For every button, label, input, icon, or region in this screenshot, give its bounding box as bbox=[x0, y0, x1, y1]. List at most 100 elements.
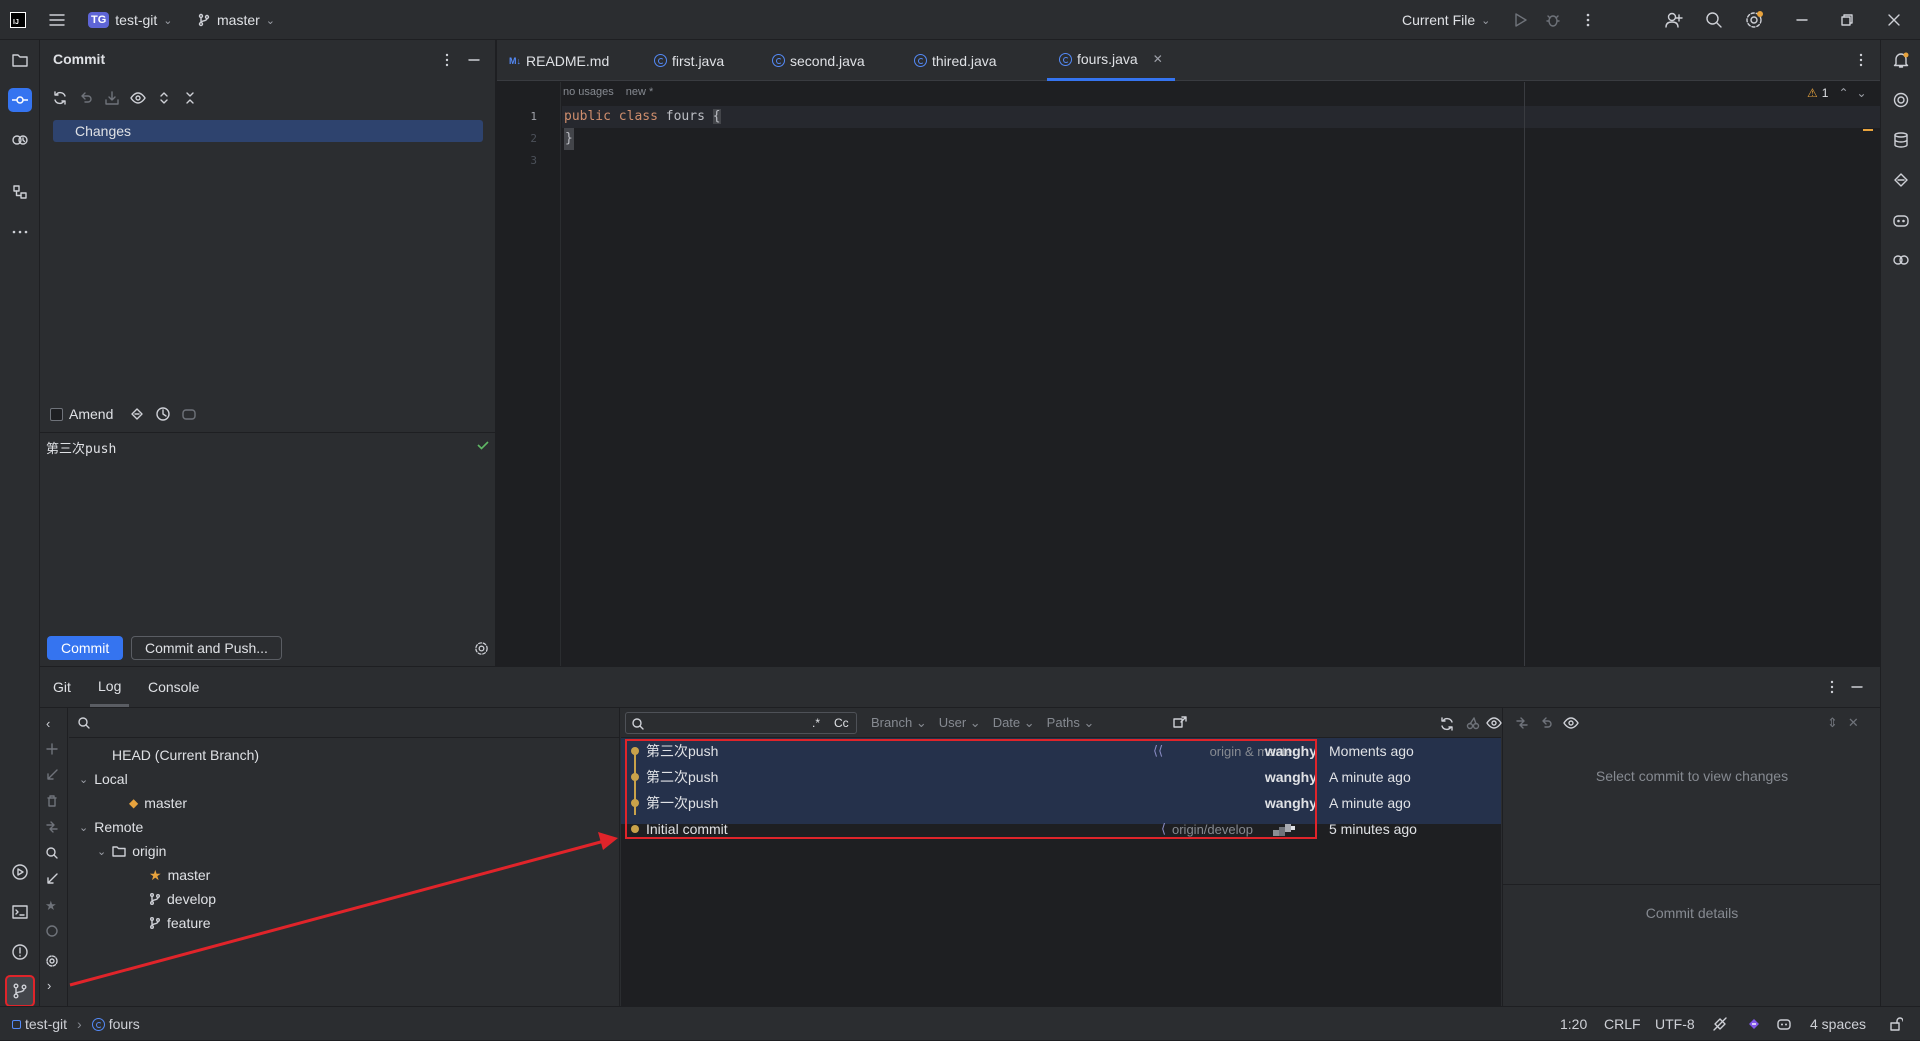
tab-log[interactable]: Log bbox=[90, 667, 130, 707]
tree-remote[interactable]: ⌄ Remote bbox=[79, 815, 143, 839]
update-icon[interactable] bbox=[45, 768, 59, 782]
problems-icon[interactable] bbox=[8, 940, 32, 964]
tree-remote-develop[interactable]: develop bbox=[149, 887, 216, 911]
tab-fours-java[interactable]: fours.java ✕ bbox=[1047, 40, 1175, 81]
regex-toggle[interactable]: .* bbox=[812, 716, 820, 730]
refresh-icon[interactable] bbox=[52, 90, 68, 106]
copilot-icon[interactable] bbox=[1889, 168, 1913, 192]
commit-message-field[interactable]: 第三次push bbox=[46, 438, 116, 457]
tab-thired-java[interactable]: thired.java bbox=[914, 40, 997, 81]
add-user-icon[interactable] bbox=[1665, 0, 1683, 40]
ai-generate-icon[interactable] bbox=[129, 406, 145, 422]
main-menu-icon[interactable] bbox=[48, 0, 66, 40]
close-window-icon[interactable] bbox=[1887, 0, 1901, 40]
close-tab-icon[interactable]: ✕ bbox=[1153, 52, 1163, 66]
compare-icon[interactable] bbox=[45, 820, 59, 834]
branch-search-icon[interactable] bbox=[77, 716, 91, 730]
show-tags-icon[interactable] bbox=[45, 924, 59, 938]
paths-filter[interactable]: Paths ⌄ bbox=[1047, 715, 1095, 731]
rollback-icon[interactable] bbox=[78, 90, 94, 106]
more-options-icon[interactable] bbox=[1580, 0, 1596, 40]
more-options-icon[interactable] bbox=[440, 53, 454, 67]
run-icon[interactable] bbox=[1512, 0, 1528, 40]
commit-and-push-button[interactable]: Commit and Push... bbox=[131, 636, 282, 660]
debug-icon[interactable] bbox=[1545, 0, 1561, 40]
usages-hint[interactable]: no usages bbox=[563, 86, 614, 98]
shelve-icon[interactable] bbox=[104, 90, 120, 106]
project-selector[interactable]: TG test-git ⌄ bbox=[88, 0, 173, 40]
delete-icon[interactable] bbox=[45, 794, 59, 808]
terminal-icon[interactable] bbox=[8, 900, 32, 924]
history-clock-icon[interactable] bbox=[155, 406, 171, 422]
git-tool-icon[interactable] bbox=[5, 975, 35, 1007]
tree-origin[interactable]: ⌄ origin bbox=[97, 839, 166, 863]
no-ai-icon[interactable] bbox=[1712, 1007, 1728, 1041]
ai-review-icon[interactable] bbox=[1889, 248, 1913, 272]
date-filter[interactable]: Date ⌄ bbox=[993, 715, 1035, 731]
project-folder-icon[interactable] bbox=[8, 48, 32, 72]
tree-local-master[interactable]: ◆ master bbox=[129, 791, 187, 815]
line-separator[interactable]: CRLF bbox=[1604, 1007, 1641, 1041]
expand-icon[interactable]: ⇕ bbox=[1827, 715, 1838, 731]
commit-tool-icon[interactable] bbox=[8, 88, 32, 112]
previous-highlight-icon[interactable]: ⌃ bbox=[1838, 86, 1848, 100]
ai-chat-icon[interactable] bbox=[1889, 88, 1913, 112]
commit-options-gear-icon[interactable] bbox=[474, 641, 489, 656]
changes-list-node[interactable]: Changes bbox=[53, 120, 483, 142]
read-only-lock-icon[interactable] bbox=[1889, 1007, 1903, 1041]
notifications-icon[interactable] bbox=[1889, 48, 1913, 72]
show-diff-eye-icon[interactable] bbox=[130, 90, 146, 106]
tab-git[interactable]: Git bbox=[53, 667, 71, 707]
more-tools-icon[interactable] bbox=[8, 220, 32, 244]
collapse-icon[interactable]: ✕ bbox=[1848, 715, 1859, 731]
inspection-widget[interactable]: ⚠ 1 ⌃ ⌄ bbox=[1807, 86, 1867, 100]
amend-checkbox[interactable] bbox=[50, 407, 63, 421]
new-branch-icon[interactable] bbox=[45, 742, 59, 756]
user-filter[interactable]: User ⌄ bbox=[939, 715, 981, 731]
caret-position[interactable]: 1:20 bbox=[1560, 1007, 1587, 1041]
favorite-star-icon[interactable]: ★ bbox=[45, 898, 57, 914]
tab-first-java[interactable]: first.java bbox=[654, 40, 724, 81]
tab-second-java[interactable]: second.java bbox=[772, 40, 865, 81]
view-options-eye-icon[interactable] bbox=[1486, 716, 1502, 730]
branch-selector[interactable]: master ⌄ bbox=[197, 0, 275, 40]
warning-stripe-marker[interactable] bbox=[1863, 129, 1873, 131]
services-run-icon[interactable] bbox=[8, 860, 32, 884]
settings-gear-icon[interactable] bbox=[1744, 0, 1764, 40]
collapse-all-icon[interactable] bbox=[182, 90, 198, 106]
branch-filter[interactable]: Branch ⌄ bbox=[871, 715, 927, 731]
restore-window-icon[interactable] bbox=[1840, 0, 1854, 40]
refresh-icon[interactable] bbox=[1439, 716, 1455, 732]
commit-button[interactable]: Commit bbox=[47, 636, 124, 660]
run-config-selector[interactable]: Current File ⌄ bbox=[1402, 0, 1490, 40]
search-icon[interactable] bbox=[1705, 0, 1723, 40]
compare-icon[interactable] bbox=[1515, 716, 1529, 730]
tree-local[interactable]: ⌄ Local bbox=[79, 767, 128, 791]
cherry-pick-icon[interactable] bbox=[1466, 716, 1480, 730]
match-case-toggle[interactable]: Cc bbox=[834, 716, 849, 730]
code-line-1[interactable]: public class fours { bbox=[564, 106, 721, 128]
tab-console[interactable]: Console bbox=[148, 667, 199, 707]
tree-head[interactable]: HEAD (Current Branch) bbox=[112, 743, 259, 767]
indent-setting[interactable]: 4 spaces bbox=[1810, 1007, 1866, 1041]
collapse-left-icon[interactable]: ‹ bbox=[46, 716, 50, 731]
copilot-status-icon[interactable] bbox=[1746, 1007, 1762, 1041]
fetch-icon[interactable] bbox=[45, 872, 59, 886]
tree-remote-master[interactable]: ★ master bbox=[149, 863, 210, 887]
structure-icon[interactable] bbox=[8, 180, 32, 204]
breadcrumb-file[interactable]: fours bbox=[109, 1016, 140, 1032]
log-search-input[interactable]: .* Cc bbox=[625, 712, 857, 734]
preview-eye-icon[interactable] bbox=[1563, 716, 1579, 730]
database-icon[interactable] bbox=[1889, 128, 1913, 152]
ai-assistant-icon[interactable] bbox=[8, 128, 32, 152]
app-logo-icon[interactable]: IJ bbox=[10, 0, 26, 40]
tab-readme[interactable]: M↓ README.md bbox=[509, 40, 609, 81]
revert-icon[interactable] bbox=[1539, 716, 1553, 730]
more-options-icon[interactable] bbox=[1854, 53, 1868, 67]
breadcrumb-project[interactable]: test-git bbox=[25, 1016, 67, 1032]
assistant-bot-icon[interactable] bbox=[181, 406, 197, 422]
tree-remote-feature[interactable]: feature bbox=[149, 911, 211, 935]
next-highlight-icon[interactable]: ⌄ bbox=[1857, 86, 1867, 100]
new-tab-icon[interactable] bbox=[1172, 715, 1188, 729]
search-icon[interactable] bbox=[45, 846, 59, 860]
